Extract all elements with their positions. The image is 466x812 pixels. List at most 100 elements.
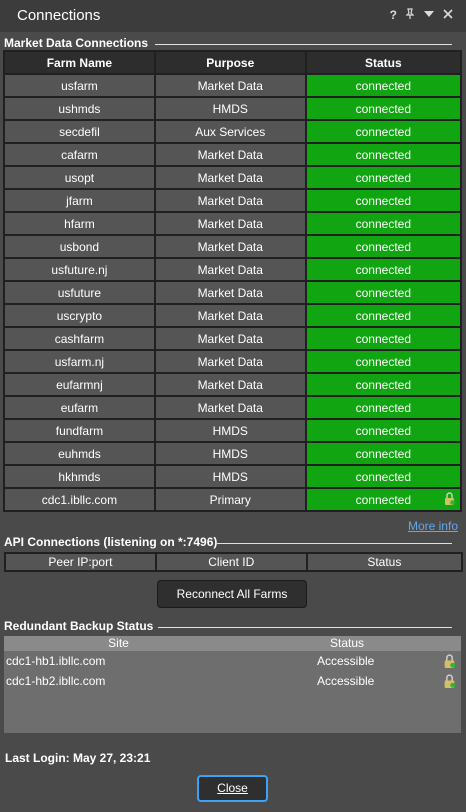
column-header-backup-status[interactable]: Status <box>233 636 461 651</box>
table-row[interactable]: hfarm Market Data connected <box>5 213 460 234</box>
status-cell: connected <box>306 236 460 257</box>
table-row[interactable]: usfarm.nj Market Data connected <box>5 351 460 372</box>
backup-row[interactable]: cdc1-hb1.ibllc.com Accessible <box>4 651 461 671</box>
help-icon[interactable]: ? <box>390 8 397 22</box>
purpose-cell: Market Data <box>155 305 305 326</box>
farm-name-cell: jfarm <box>5 190 154 211</box>
status-cell: connected <box>306 75 460 96</box>
table-row[interactable]: usfarm Market Data connected <box>5 75 460 96</box>
column-header-api-status[interactable]: Status <box>307 554 461 570</box>
backup-status: Accessible <box>317 674 375 688</box>
purpose-cell: Market Data <box>155 328 305 349</box>
purpose-cell: HMDS <box>155 98 305 119</box>
backup-site: cdc1-hb2.ibllc.com <box>6 674 106 688</box>
table-row[interactable]: ushmds HMDS connected <box>5 98 460 119</box>
table-header-row: Peer IP:port Client ID Status <box>6 554 461 570</box>
backup-status-list: Site Status cdc1-hb1.ibllc.com Accessible… <box>4 636 461 733</box>
secure-lock-icon <box>445 492 455 505</box>
farm-name-cell: eufarm <box>5 397 154 418</box>
status-text: connected <box>355 308 412 323</box>
title-bar: Connections ? <box>0 0 466 32</box>
status-text: connected <box>355 193 412 208</box>
purpose-cell: Market Data <box>155 351 305 372</box>
status-cell: connected <box>306 121 460 142</box>
secure-lock-icon <box>444 674 456 688</box>
table-row[interactable]: jfarm Market Data connected <box>5 190 460 211</box>
close-button[interactable]: Close <box>197 775 268 802</box>
table-row[interactable]: hkhmds HMDS connected <box>5 466 460 487</box>
table-row[interactable]: fundfarm HMDS connected <box>5 420 460 441</box>
table-row[interactable]: usfuture.nj Market Data connected <box>5 259 460 280</box>
column-header-client-id[interactable]: Client ID <box>156 554 306 570</box>
table-row[interactable]: cdc1.ibllc.com Primary connected <box>5 489 460 510</box>
status-cell: connected <box>306 167 460 188</box>
purpose-cell: Market Data <box>155 190 305 211</box>
column-header-farm[interactable]: Farm Name <box>5 52 154 73</box>
status-text: connected <box>355 78 412 93</box>
more-info-link[interactable]: More info <box>408 519 458 533</box>
backup-rows: cdc1-hb1.ibllc.com Accessible cdc1-hb2.ibl… <box>4 651 461 691</box>
column-header-site[interactable]: Site <box>4 636 233 651</box>
farm-name-cell: usfuture.nj <box>5 259 154 280</box>
status-text: connected <box>355 377 412 392</box>
purpose-cell: Market Data <box>155 144 305 165</box>
column-header-status[interactable]: Status <box>306 52 460 73</box>
table-row[interactable]: secdefil Aux Services connected <box>5 121 460 142</box>
status-text: connected <box>355 170 412 185</box>
backup-header-row: Site Status <box>4 636 461 651</box>
api-connections-table: Peer IP:port Client ID Status <box>4 552 463 572</box>
status-cell: connected <box>306 328 460 349</box>
close-icon[interactable] <box>442 8 454 20</box>
farm-name-cell: eufarmnj <box>5 374 154 395</box>
purpose-cell: HMDS <box>155 466 305 487</box>
status-cell: connected <box>306 282 460 303</box>
status-cell: connected <box>306 443 460 464</box>
table-row[interactable]: cafarm Market Data connected <box>5 144 460 165</box>
backup-site: cdc1-hb1.ibllc.com <box>6 654 106 668</box>
table-row[interactable]: eufarm Market Data connected <box>5 397 460 418</box>
farm-name-cell: fundfarm <box>5 420 154 441</box>
status-cell: connected <box>306 374 460 395</box>
status-text: connected <box>355 124 412 139</box>
api-connections-header: API Connections (listening on *:7496) <box>4 535 218 549</box>
purpose-cell: Market Data <box>155 167 305 188</box>
market-data-header: Market Data Connections <box>4 36 149 50</box>
column-header-purpose[interactable]: Purpose <box>155 52 305 73</box>
backup-status-header: Redundant Backup Status <box>4 619 154 633</box>
purpose-cell: HMDS <box>155 420 305 441</box>
status-text: connected <box>355 216 412 231</box>
farm-name-cell: uscrypto <box>5 305 154 326</box>
table-row[interactable]: euhmds HMDS connected <box>5 443 460 464</box>
farm-name-cell: usfuture <box>5 282 154 303</box>
section-divider <box>155 44 452 45</box>
farm-name-cell: cdc1.ibllc.com <box>5 489 154 510</box>
column-header-peer[interactable]: Peer IP:port <box>6 554 155 570</box>
table-row[interactable]: eufarmnj Market Data connected <box>5 374 460 395</box>
backup-status: Accessible <box>317 654 375 668</box>
farm-name-cell: ushmds <box>5 98 154 119</box>
purpose-cell: Market Data <box>155 374 305 395</box>
status-cell: connected <box>306 489 460 510</box>
secure-lock-icon <box>444 654 456 668</box>
purpose-cell: Market Data <box>155 213 305 234</box>
table-row[interactable]: cashfarm Market Data connected <box>5 328 460 349</box>
status-text: connected <box>355 492 412 507</box>
table-row[interactable]: usfuture Market Data connected <box>5 282 460 303</box>
purpose-cell: Market Data <box>155 259 305 280</box>
status-text: connected <box>355 423 412 438</box>
table-row[interactable]: usbond Market Data connected <box>5 236 460 257</box>
status-cell: connected <box>306 466 460 487</box>
backup-row[interactable]: cdc1-hb2.ibllc.com Accessible <box>4 671 461 691</box>
farm-name-cell: usopt <box>5 167 154 188</box>
menu-down-icon[interactable] <box>423 8 435 20</box>
farm-name-cell: secdefil <box>5 121 154 142</box>
last-login-text: Last Login: May 27, 23:21 <box>5 751 151 765</box>
table-row[interactable]: usopt Market Data connected <box>5 167 460 188</box>
reconnect-all-farms-button[interactable]: Reconnect All Farms <box>157 580 307 608</box>
farm-name-cell: usbond <box>5 236 154 257</box>
pin-icon[interactable] <box>404 8 416 20</box>
purpose-cell: Market Data <box>155 236 305 257</box>
farm-name-cell: cashfarm <box>5 328 154 349</box>
market-data-table: Farm Name Purpose Status usfarm Market Da… <box>3 50 462 512</box>
table-row[interactable]: uscrypto Market Data connected <box>5 305 460 326</box>
